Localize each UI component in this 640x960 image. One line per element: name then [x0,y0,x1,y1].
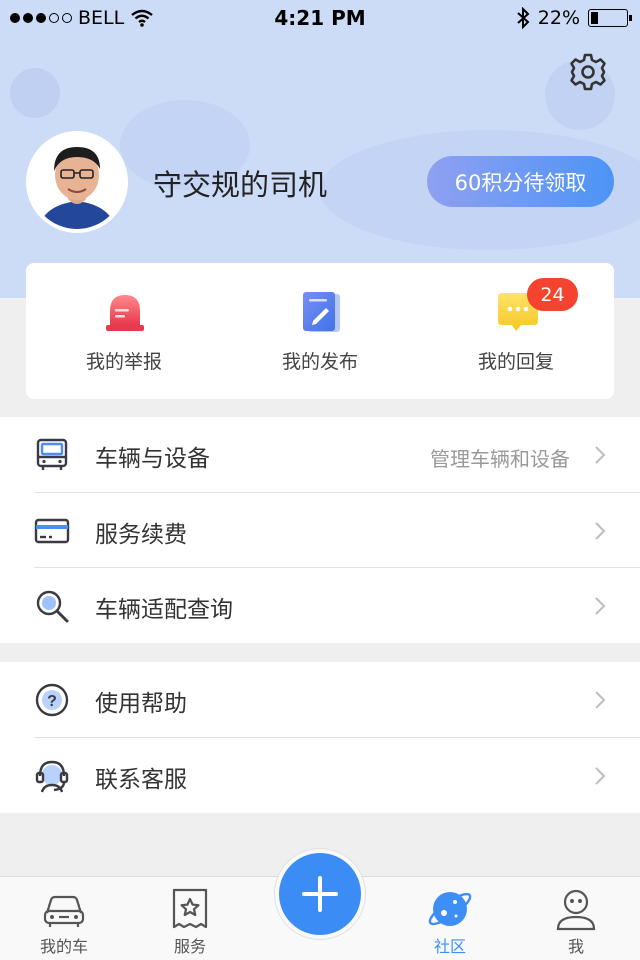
siren-icon [106,295,144,331]
tab-label: 我 [567,937,584,956]
tab-services[interactable]: 服务 [126,877,254,960]
add-post-button[interactable] [279,853,361,935]
chevron-right-icon [595,446,606,464]
claim-points-button[interactable]: 60积分待领取 [427,156,614,207]
menu-item-vehicles-devices[interactable]: 车辆与设备 管理车辆和设备 [0,417,640,492]
menu-item-label: 联系客服 [95,767,187,793]
menu-item-hint: 管理车辆和设备 [430,447,570,471]
battery-percent: 22% [537,7,580,29]
chevron-right-icon [595,522,606,540]
magnifier-icon [36,590,69,623]
menu-item-customer-service[interactable]: 联系客服 [0,738,640,813]
chevron-right-icon [595,597,606,615]
quick-action-label: 我的回复 [477,351,554,373]
chevron-right-icon [595,691,606,709]
quick-action-label: 我的举报 [85,351,162,373]
menu-item-help[interactable]: ? 使用帮助 [0,662,640,737]
menu-group-vehicle: 车辆与设备 管理车辆和设备 服务续费 车辆适配查询 [0,417,640,643]
bluetooth-icon [517,7,530,29]
headset-agent-icon [35,760,69,793]
planet-icon [428,892,472,926]
tab-label: 服务 [173,937,206,956]
star-ticket-icon [172,888,208,929]
menu-item-label: 车辆适配查询 [95,597,233,623]
plus-icon [302,876,338,912]
tab-community[interactable]: 社区 [386,877,514,960]
menu-item-vehicle-compatibility[interactable]: 车辆适配查询 [0,568,640,643]
quick-action-my-posts[interactable]: 我的发布 [222,263,418,399]
tab-me[interactable]: 我 [512,877,640,960]
quick-action-label: 我的发布 [281,351,358,373]
tab-my-car[interactable]: 我的车 [0,877,128,960]
bus-icon [36,438,68,470]
unread-replies-badge: 24 [527,278,578,311]
user-face-icon [556,889,596,931]
credit-card-icon [34,518,70,544]
user-name: 守交规的司机 [153,168,328,202]
menu-item-label: 车辆与设备 [95,446,210,472]
settings-gear-icon[interactable] [568,52,608,92]
tab-label: 社区 [433,937,466,956]
menu-item-service-renewal[interactable]: 服务续费 [0,493,640,568]
car-icon [43,895,85,927]
user-avatar[interactable] [26,131,128,233]
status-bar: BELL 4:21 PM 22% [0,0,640,40]
quick-actions-card: 我的举报 我的发布 我的回复 [26,263,614,399]
menu-item-label: 服务续费 [95,522,187,548]
menu-group-support: ? 使用帮助 联系客服 [0,662,640,813]
chevron-right-icon [595,767,606,785]
quick-action-my-reports[interactable]: 我的举报 [26,263,222,399]
svg-text:?: ? [47,693,57,710]
tab-label: 我的车 [39,937,88,956]
quick-action-my-replies[interactable]: 我的回复 [418,263,614,399]
help-question-icon: ? [35,683,69,717]
battery-icon [588,9,632,27]
edit-document-icon [303,292,340,332]
menu-item-label: 使用帮助 [95,691,187,717]
